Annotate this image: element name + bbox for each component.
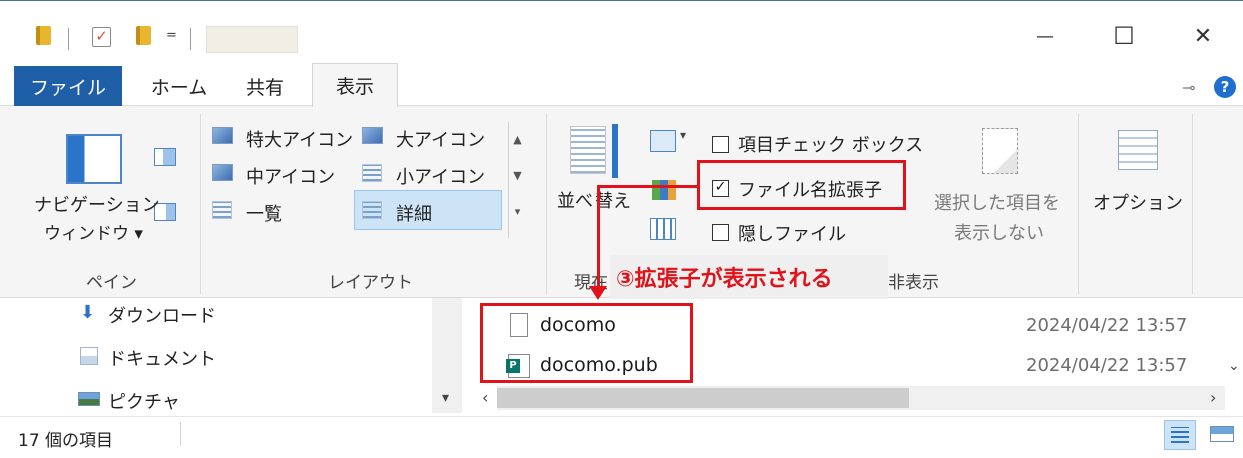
group-separator	[200, 114, 201, 294]
layout-gallery-scroll[interactable]: ▲ ▼ ▾	[508, 122, 526, 238]
details-view-button[interactable]	[1164, 420, 1196, 450]
sort-arrow-icon	[612, 124, 618, 178]
navigation-pane-icon[interactable]	[66, 134, 122, 184]
layout-medium-icons[interactable]: 中アイコン	[246, 163, 335, 189]
scroll-down-arrow-icon[interactable]: ⌄	[1228, 358, 1240, 374]
quick-access-dropdown[interactable]: =	[166, 28, 177, 43]
nav-item-documents[interactable]: ドキュメント	[108, 345, 216, 371]
options-icon[interactable]	[1118, 130, 1158, 170]
sort-by-icon[interactable]	[570, 126, 606, 174]
group-separator	[1078, 114, 1079, 294]
scroll-right-arrow-icon[interactable]: ›	[1210, 388, 1216, 407]
annotation-highlight-files	[480, 303, 693, 383]
separator	[68, 28, 69, 50]
annotation-highlight-extension-checkbox	[697, 160, 906, 210]
file-date: 2024/04/22 13:57	[1026, 355, 1188, 376]
window-title-redacted	[206, 26, 298, 53]
pictures-folder-icon	[78, 392, 100, 406]
annotation-arrow-vertical	[597, 185, 600, 289]
navigation-pane	[0, 298, 465, 413]
navigation-pane-dropdown[interactable]: ウィンドウ ▾	[44, 219, 143, 244]
annotation-arrowhead-icon	[589, 286, 607, 300]
pin-ribbon-icon[interactable]: ⊸	[1182, 78, 1195, 97]
medium-icons-icon	[212, 164, 233, 181]
item-count: 17 個の項目	[18, 431, 114, 451]
group-separator	[546, 114, 547, 294]
layout-list[interactable]: 一覧	[246, 200, 282, 226]
tab-view[interactable]: 表示	[312, 63, 398, 107]
item-checkboxes-checkbox[interactable]	[712, 136, 729, 153]
annotation-callout: ③拡張子が表示される	[610, 255, 888, 299]
navigation-pane-label[interactable]: ナビゲーション	[34, 191, 160, 217]
group-by-dropdown-icon[interactable]: ▾	[680, 128, 686, 142]
add-columns-icon[interactable]	[652, 180, 676, 200]
list-view-icon	[212, 201, 232, 219]
status-separator	[180, 422, 181, 446]
layout-details[interactable]: 詳細	[396, 200, 432, 226]
hide-selected-label-line1[interactable]: 選択した項目を	[934, 189, 1060, 215]
annotation-arrow-horizontal	[597, 185, 697, 188]
separator	[190, 28, 191, 50]
layout-large-icons[interactable]: 大アイコン	[396, 126, 485, 152]
folder-icon	[36, 26, 51, 45]
large-icons-view-button[interactable]	[1210, 426, 1234, 442]
tab-home[interactable]: ホーム	[136, 66, 222, 106]
maximize-button[interactable]: ☐	[1101, 16, 1147, 56]
nav-item-downloads[interactable]: ダウンロード	[108, 302, 216, 328]
scrollbar-thumb[interactable]	[497, 388, 909, 408]
sort-by-label-part1[interactable]: 並べ	[557, 187, 593, 213]
details-view-icon	[362, 201, 382, 219]
document-folder-icon	[80, 347, 98, 365]
hide-selected-label-line2[interactable]: 表示しない	[954, 219, 1044, 245]
hidden-items-label[interactable]: 隠しファイル	[738, 220, 846, 246]
options-button[interactable]: オプション	[1093, 189, 1183, 215]
group-label-pane: ペイン	[86, 273, 137, 293]
group-by-icon[interactable]	[650, 130, 676, 152]
scroll-left-arrow-icon[interactable]: ‹	[482, 388, 488, 407]
large-icons-icon	[362, 127, 383, 144]
group-label-layout: レイアウト	[328, 273, 413, 293]
properties-check-icon[interactable]: ✓	[92, 27, 111, 47]
status-bar	[0, 416, 1243, 458]
preview-pane-icon[interactable]	[154, 148, 176, 166]
size-columns-icon[interactable]	[650, 218, 676, 240]
sort-by-label-part2[interactable]: 替え	[595, 187, 631, 213]
group-separator	[1192, 114, 1193, 294]
hidden-items-checkbox[interactable]	[712, 224, 729, 241]
hide-selected-icon[interactable]	[982, 128, 1018, 174]
nav-item-pictures[interactable]: ピクチャ	[108, 388, 180, 414]
new-folder-icon[interactable]	[136, 26, 151, 45]
close-button[interactable]: ✕	[1180, 16, 1226, 56]
file-date: 2024/04/22 13:57	[1026, 315, 1188, 336]
extra-large-icons-icon	[212, 127, 233, 144]
layout-small-icons[interactable]: 小アイコン	[396, 163, 485, 189]
small-icons-icon	[362, 164, 382, 182]
download-arrow-icon: ⬇	[80, 302, 96, 323]
tab-file[interactable]: ファイル	[14, 66, 122, 106]
tab-share[interactable]: 共有	[226, 66, 304, 106]
minimize-button[interactable]: —	[1022, 16, 1068, 56]
layout-extra-large-icons[interactable]: 特大アイコン	[246, 126, 353, 152]
scroll-down-arrow-icon[interactable]: ▾	[442, 390, 449, 406]
group-label-show-hide: 非表示	[888, 273, 939, 293]
details-view-icon	[1171, 427, 1189, 443]
item-checkboxes-label[interactable]: 項目チェック ボックス	[738, 131, 923, 157]
help-icon[interactable]: ?	[1214, 76, 1236, 98]
